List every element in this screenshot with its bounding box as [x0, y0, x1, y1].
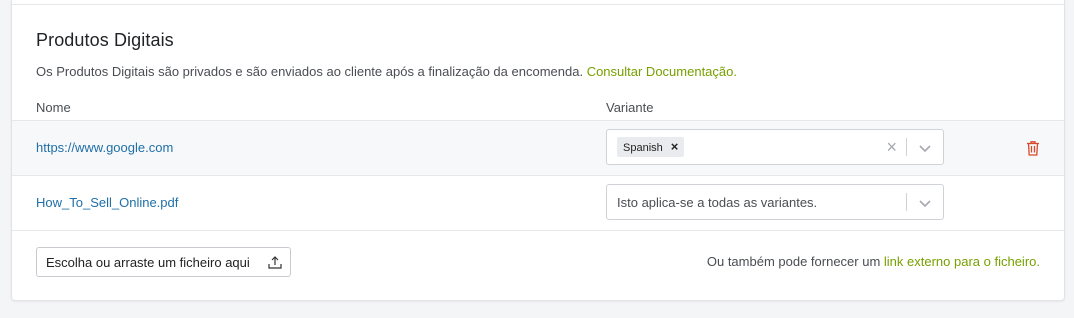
upload-button-label: Escolha ou arraste um ficheiro aqui — [46, 255, 250, 270]
upload-file-button[interactable]: Escolha ou arraste um ficheiro aqui — [36, 247, 291, 277]
section-title: Produtos Digitais — [36, 30, 174, 50]
description-text: Os Produtos Digitais são privados e são … — [36, 64, 584, 79]
variant-select[interactable]: Isto aplica-se a todas as variantes. — [606, 184, 944, 220]
trash-icon[interactable] — [1026, 140, 1040, 156]
variant-tag-label: Spanish — [623, 142, 663, 154]
variant-select[interactable]: Spanish × × — [606, 129, 944, 165]
file-link[interactable]: https://www.google.com — [36, 140, 173, 155]
variant-tag: Spanish × — [617, 137, 685, 157]
table-row: https://www.google.com Spanish × × — [12, 120, 1064, 175]
digital-products-card: Produtos Digitais Os Produtos Digitais s… — [11, 0, 1065, 301]
select-separator — [906, 138, 907, 156]
column-header-name: Nome — [36, 100, 71, 115]
section-description: Os Produtos Digitais são privados e são … — [36, 64, 737, 79]
column-header-variant: Variante — [606, 100, 654, 115]
chevron-down-icon[interactable] — [918, 196, 932, 210]
external-link-text: Ou também pode fornecer um link externo … — [707, 254, 1040, 269]
documentation-link[interactable]: Consultar Documentação. — [587, 64, 737, 79]
clear-icon[interactable]: × — [886, 137, 897, 157]
divider — [12, 4, 1064, 5]
select-separator — [906, 193, 907, 211]
external-link-prefix: Ou também pode fornecer um — [706, 254, 881, 269]
variant-placeholder: Isto aplica-se a todas as variantes. — [617, 195, 818, 210]
table-row: How_To_Sell_Online.pdf Isto aplica-se a … — [12, 175, 1064, 230]
external-file-link[interactable]: link externo para o ficheiro. — [884, 254, 1040, 269]
upload-icon — [268, 256, 282, 269]
file-link[interactable]: How_To_Sell_Online.pdf — [36, 195, 178, 210]
chevron-down-icon[interactable] — [918, 141, 932, 155]
divider — [12, 230, 1064, 231]
remove-tag-icon[interactable]: × — [671, 139, 679, 154]
